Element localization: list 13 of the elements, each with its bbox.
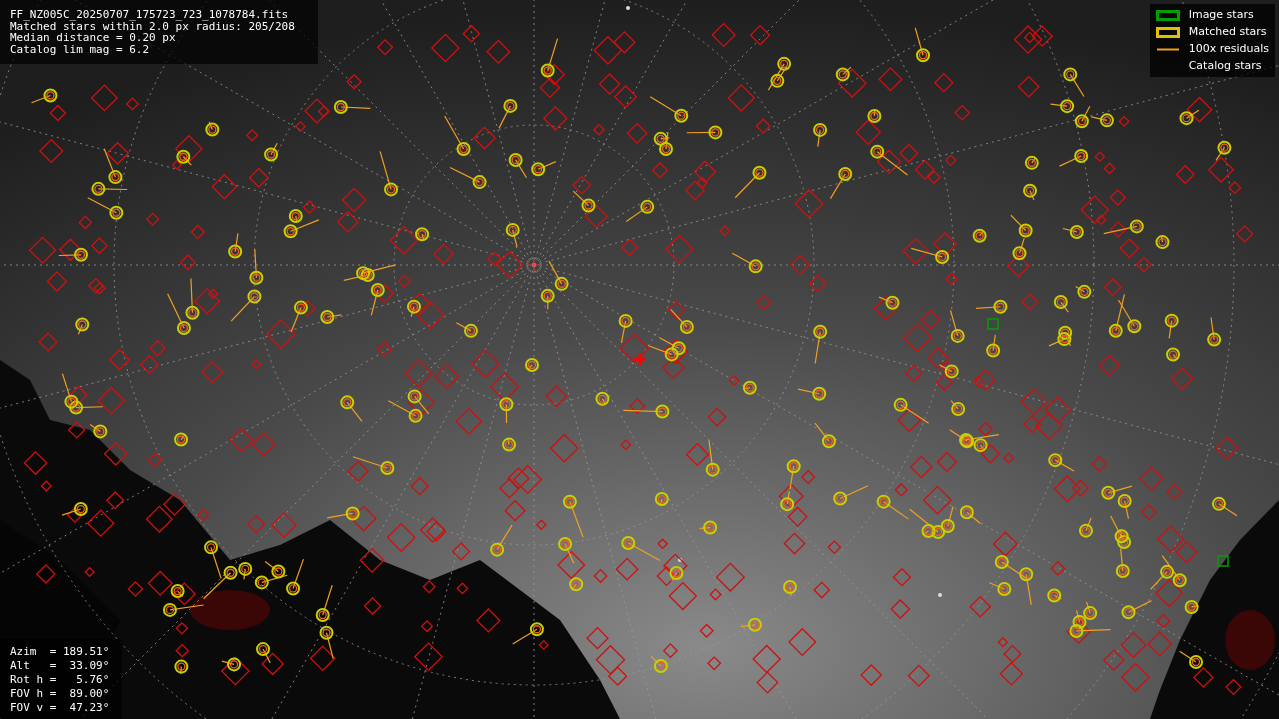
pointing-text: FOV h = 89.00° — [10, 687, 111, 701]
info-text: FF_NZ005C_20250707_175723_723_1078784.fits — [10, 9, 290, 21]
legend-label: Image stars — [1188, 6, 1254, 23]
legend-label: Matched stars — [1188, 23, 1267, 40]
pointing-text: Alt = 33.09° — [10, 659, 111, 673]
legend-label: Catalog stars — [1188, 57, 1262, 74]
info-text: Catalog lim mag = 6.2 — [10, 43, 151, 55]
pointing-text: Rot h = 5.76° — [10, 673, 111, 687]
pointing-text: FOV v = 47.23° — [10, 701, 111, 715]
info-text: Median distance = 0.20 px — [10, 32, 176, 44]
info-text: Matched stars within 2.0 px radius: 205/208 — [10, 20, 296, 32]
pointing-text: Azim = 189.51° — [10, 645, 111, 659]
legend-label: 100x residuals — [1188, 40, 1269, 57]
